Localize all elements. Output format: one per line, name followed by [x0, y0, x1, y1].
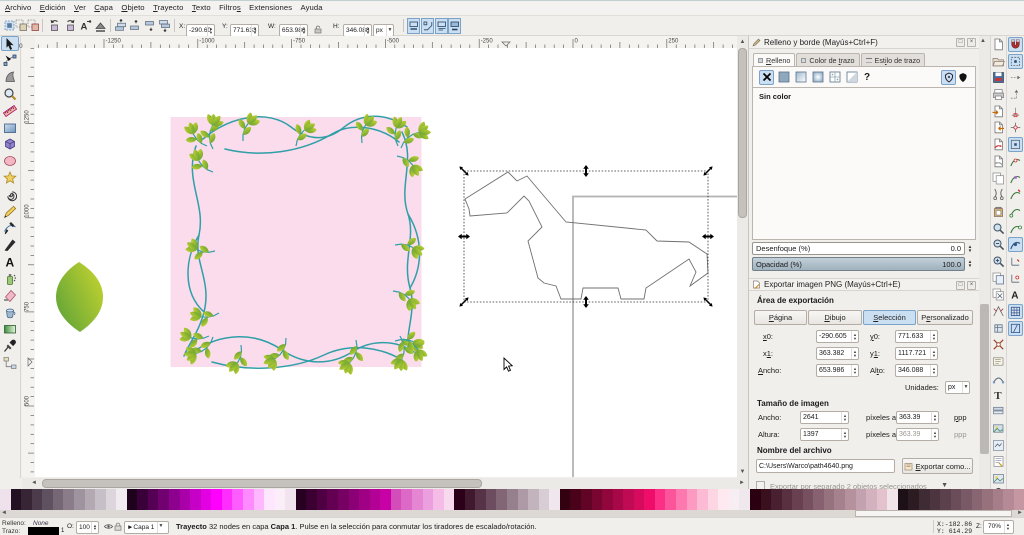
svg-text:A: A	[6, 255, 15, 269]
svg-text:A: A	[1011, 291, 1018, 301]
svg-text:T: T	[994, 390, 1002, 401]
svg-text:A: A	[81, 22, 88, 33]
